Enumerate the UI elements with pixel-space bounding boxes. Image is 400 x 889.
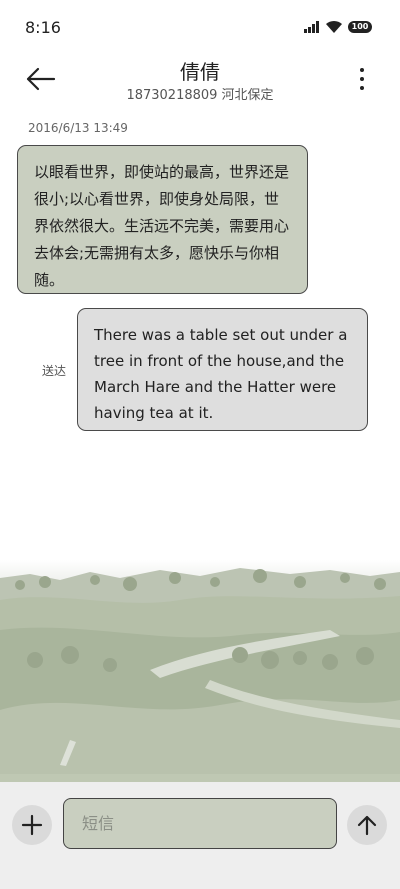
signal-icon [304,21,319,33]
background-landscape-image [0,560,400,782]
add-attachment-button[interactable] [12,805,52,845]
plus-icon [21,814,43,836]
status-bar: 8:16 100 [0,0,400,56]
battery-icon: 100 [348,21,372,33]
wifi-icon [326,20,342,33]
outgoing-message-bubble[interactable]: There was a table set out under a tree i… [77,308,368,431]
status-icons: 100 [304,20,372,34]
delivered-status: 送达 [42,364,67,378]
more-vertical-icon[interactable] [354,66,370,92]
status-time: 8:16 [25,18,61,37]
send-button[interactable] [347,805,387,845]
composer-bar [0,782,400,889]
conversation-header: 倩倩 18730218809 河北保定 [0,56,400,106]
arrow-up-icon [357,815,377,836]
message-input[interactable] [63,798,337,849]
message-timestamp: 2016/6/13 13:49 [28,121,128,135]
incoming-message-bubble[interactable]: 以眼看世界，即使站的最高，世界还是很小;以心看世界，即使身处局限，世界依然很大。… [17,145,308,294]
contact-number-location: 18730218809 河北保定 [126,88,274,103]
contact-name: 倩倩 [180,60,220,84]
